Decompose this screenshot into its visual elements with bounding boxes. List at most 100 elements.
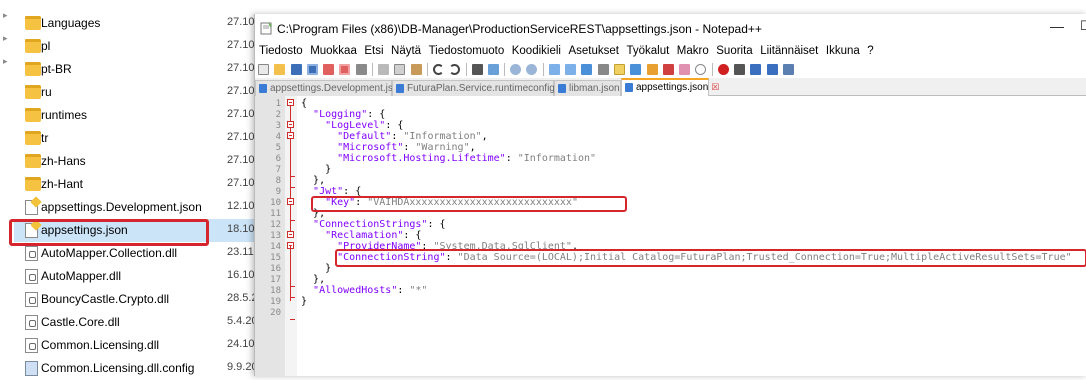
tab-appsettings-active[interactable]: appsettings.json ☒ [621, 78, 719, 96]
document-map-icon[interactable] [646, 63, 658, 75]
expand-arrow-icon[interactable]: ▸ [3, 33, 8, 44]
open-file-icon[interactable] [274, 63, 286, 75]
menu-run[interactable]: Suorita [716, 45, 752, 57]
new-file-icon[interactable] [258, 63, 269, 75]
menu-window[interactable]: Ikkuna [826, 45, 860, 57]
copy-icon[interactable] [394, 63, 406, 75]
fold-end-mark [290, 176, 295, 177]
file-item[interactable]: AutoMapper.dll 16.10.202 [14, 265, 276, 288]
menu-language[interactable]: Koodikieli [512, 45, 561, 57]
folder-icon [25, 154, 41, 168]
dll-file-icon [25, 246, 38, 261]
file-item[interactable]: Common.Licensing.dll.config 9.9.2022 [14, 357, 270, 380]
menu-plugins[interactable]: Liitännäiset [760, 45, 818, 57]
play-macro-icon[interactable] [750, 63, 762, 75]
folder-item[interactable]: Languages 27.10.202 [14, 12, 276, 35]
file-item[interactable]: Common.Licensing.dll 24.10.202 [14, 334, 276, 357]
menu-tools[interactable]: Työkalut [626, 45, 669, 57]
replace-icon[interactable] [487, 63, 499, 75]
undo-icon[interactable] [432, 63, 444, 75]
folder-icon [25, 131, 41, 145]
dll-file-icon [25, 269, 38, 284]
folder-item[interactable]: zh-Hant 27.10.202 [14, 173, 276, 196]
cut-icon[interactable] [378, 63, 390, 75]
minimize-button[interactable]: — [1050, 18, 1064, 34]
fold-toggle-icon[interactable] [287, 132, 294, 139]
line-number-gutter: 1 2 3 4 5 6 7 8 9 10 11 12 13 14 15 16 17 18 19 20 [255, 96, 285, 376]
code-editor[interactable]: 1 2 3 4 5 6 7 8 9 10 11 12 13 14 15 16 17 18 19 20 { "Loggi… [255, 96, 1086, 376]
file-item[interactable]: BouncyCastle.Crypto.dll 28.5.201 [14, 288, 270, 311]
close-file-icon[interactable] [323, 63, 335, 75]
code-line-2: "Logging": { [313, 109, 386, 120]
fold-end-mark [290, 286, 295, 287]
highlight-box-jwt-key [311, 196, 627, 212]
highlight-box-connection-string [335, 249, 1086, 267]
language-icon[interactable] [630, 63, 642, 75]
close-all-icon[interactable] [339, 63, 351, 75]
tab-appsettings-development[interactable]: appsettings.Development.json☒ [255, 80, 415, 96]
toolbar-separator [465, 62, 467, 76]
code-line-7: } [325, 164, 332, 175]
show-all-characters-icon[interactable] [597, 63, 609, 75]
menu-macro[interactable]: Makro [677, 45, 709, 57]
toolbar [255, 60, 1086, 78]
menu-settings[interactable]: Asetukset [568, 45, 619, 57]
code-line-18: "AllowedHosts": "*" [313, 285, 428, 296]
record-macro-icon[interactable] [717, 63, 729, 75]
menu-edit[interactable]: Muokkaa [310, 45, 357, 57]
indent-guide-icon[interactable] [613, 63, 625, 75]
menu-file[interactable]: Tiedosto [259, 45, 303, 57]
file-name: BouncyCastle.Crypto.dll [41, 292, 170, 306]
toolbar-separator [542, 62, 544, 76]
folder-item[interactable]: pl 27.10.202 [14, 35, 276, 58]
sync-vertical-icon[interactable] [548, 63, 560, 75]
fold-toggle-icon[interactable] [287, 121, 294, 128]
tab-close-icon[interactable]: ☒ [711, 82, 719, 92]
expand-arrow-icon[interactable]: ▸ [3, 56, 8, 67]
zoom-in-icon[interactable] [510, 63, 522, 75]
zoom-out-icon[interactable] [526, 63, 538, 75]
menu-view[interactable]: Näytä [391, 45, 421, 57]
folder-item[interactable]: tr 27.10.202 [14, 127, 276, 150]
redo-icon[interactable] [449, 63, 461, 75]
save-macro-icon[interactable] [782, 63, 794, 75]
fold-toggle-icon[interactable] [287, 231, 294, 238]
config-file-icon [25, 361, 38, 376]
stop-macro-icon[interactable] [734, 63, 746, 75]
monitoring-icon[interactable] [695, 63, 707, 75]
menu-search[interactable]: Etsi [364, 45, 383, 57]
fold-toggle-icon[interactable] [287, 99, 294, 106]
fold-toggle-icon[interactable] [287, 198, 294, 205]
maximize-button[interactable]: ☐ [1080, 18, 1086, 34]
menu-format[interactable]: Tiedostomuoto [429, 45, 505, 57]
function-list-icon[interactable] [662, 63, 674, 75]
line-number: 3 [275, 121, 281, 131]
folder-workspace-icon[interactable] [679, 63, 691, 75]
folder-item[interactable]: pt-BR 27.10.202 [14, 58, 276, 81]
file-name: AutoMapper.dll [41, 269, 122, 283]
folder-item[interactable]: runtimes 27.10.202 [14, 104, 276, 127]
save-icon[interactable] [290, 63, 302, 75]
tab-futuraplan-runtimeconfig[interactable]: FuturaPlan.Service.runtimeconfig.json☒ [392, 80, 587, 96]
menu-help[interactable]: ? [867, 45, 873, 57]
fold-end-mark [290, 187, 295, 188]
run-macro-multiple-icon[interactable] [766, 63, 778, 75]
folder-item[interactable]: ru 27.10.202 [14, 81, 276, 104]
toolbar-separator [426, 62, 428, 76]
expand-arrow-icon[interactable]: ▸ [3, 10, 8, 21]
file-item[interactable]: appsettings.Development.json 12.10.202 [14, 196, 276, 219]
save-all-icon[interactable] [306, 63, 318, 75]
folder-item[interactable]: zh-Hans 27.10.202 [14, 150, 276, 173]
notepad-app-icon [260, 22, 272, 35]
print-icon[interactable] [355, 63, 367, 75]
tab-libman[interactable]: libman.json☒ [554, 80, 631, 96]
find-icon[interactable] [471, 63, 483, 75]
code-line-1: { [301, 98, 308, 109]
sync-horizontal-icon[interactable] [565, 63, 577, 75]
word-wrap-icon[interactable] [581, 63, 593, 75]
code-line-6: "Microsoft.Hosting.Lifetime": "Informati… [337, 153, 597, 164]
line-number: 11 [270, 209, 281, 219]
line-number: 7 [275, 165, 281, 175]
file-item[interactable]: Castle.Core.dll 5.4.2019 [14, 311, 270, 334]
paste-icon[interactable] [410, 63, 422, 75]
